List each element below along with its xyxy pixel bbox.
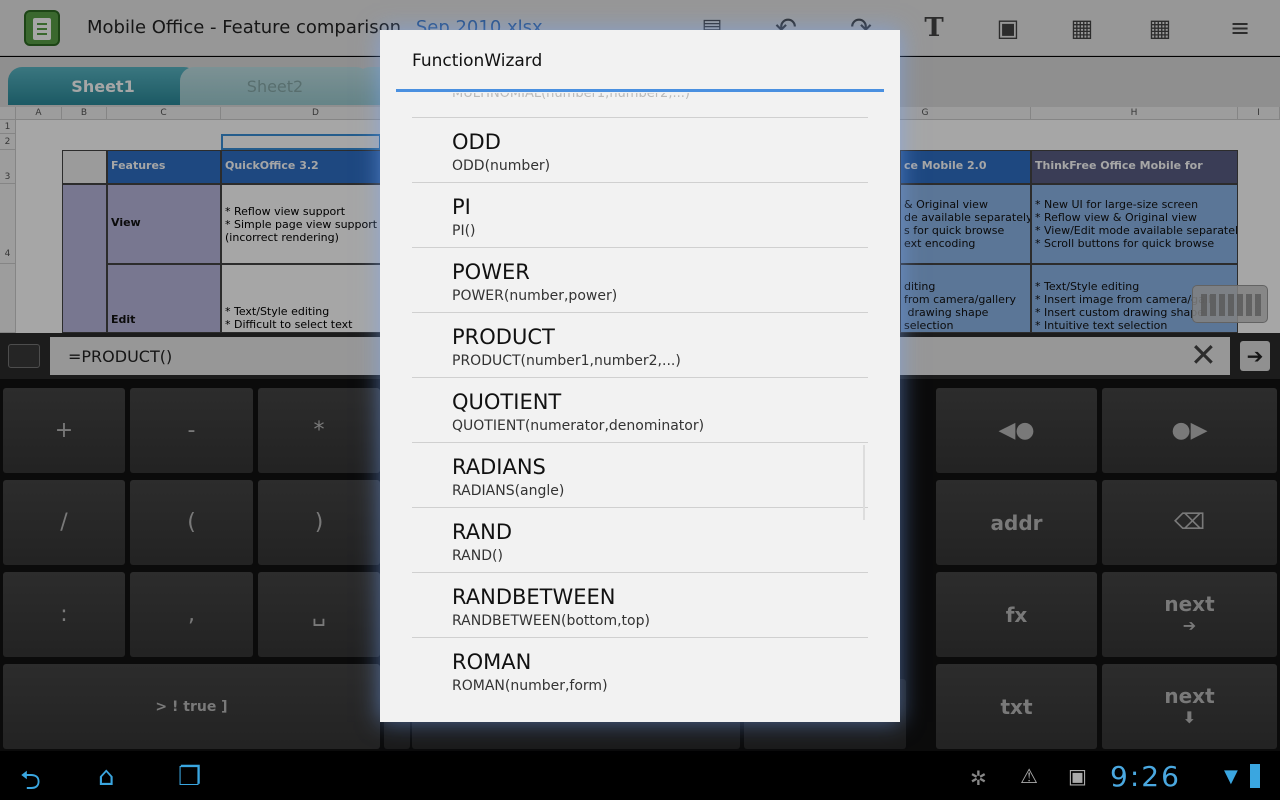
dialog-title: FunctionWizard: [412, 51, 543, 71]
function-item-quotient[interactable]: QUOTIENT QUOTIENT(numerator,denominator): [412, 378, 868, 443]
function-signature: RANDBETWEEN(bottom,top): [452, 613, 650, 629]
function-name: PRODUCT: [452, 325, 555, 349]
dialog-title-divider: [396, 89, 884, 92]
function-item-pi[interactable]: PI PI(): [412, 183, 868, 248]
function-wizard-dialog: FunctionWizard MULTINOMIAL(number1,numbe…: [380, 30, 900, 722]
function-name: RANDBETWEEN: [452, 585, 616, 609]
function-item-product[interactable]: PRODUCT PRODUCT(number1,number2,...): [412, 313, 868, 378]
function-signature: PRODUCT(number1,number2,...): [452, 353, 681, 369]
function-signature: RAND(): [452, 548, 503, 564]
usb-debug-icon: ✲: [970, 766, 987, 790]
back-icon[interactable]: ⮌: [20, 762, 41, 800]
clock: 9:26: [1110, 760, 1181, 793]
function-name: POWER: [452, 260, 530, 284]
wifi-icon: ▼: [1224, 766, 1238, 787]
function-item-power[interactable]: POWER POWER(number,power): [412, 248, 868, 313]
function-item-odd[interactable]: ODD ODD(number): [412, 118, 868, 183]
function-signature: RADIANS(angle): [452, 483, 565, 499]
battery-icon: [1250, 764, 1260, 788]
shopping-bag-icon: ▣: [1068, 764, 1087, 788]
function-item-randbetween[interactable]: RANDBETWEEN RANDBETWEEN(bottom,top): [412, 573, 868, 638]
recent-apps-icon[interactable]: ❐: [178, 762, 201, 792]
screen: Mobile Office - Feature comparison _Sep …: [0, 0, 1280, 800]
function-item-partial[interactable]: MULTINOMIAL(number1,number2,...): [452, 93, 690, 101]
function-name: RAND: [452, 520, 512, 544]
home-icon[interactable]: ⌂: [98, 762, 115, 792]
function-item-rand[interactable]: RAND RAND(): [412, 508, 868, 573]
function-name: ROMAN: [452, 650, 532, 674]
function-signature: QUOTIENT(numerator,denominator): [452, 418, 705, 434]
list-scroll-indicator[interactable]: [863, 445, 865, 520]
function-list[interactable]: MULTINOMIAL(number1,number2,...) ODD ODD…: [412, 93, 868, 722]
function-item-roman[interactable]: ROMAN ROMAN(number,form): [412, 638, 868, 703]
function-name: QUOTIENT: [452, 390, 562, 414]
system-bar: ⮌ ⌂ ❐ ✲ ⚠ ▣ 9:26 ▼: [0, 752, 1280, 800]
warning-icon: ⚠: [1020, 764, 1038, 788]
function-name: ODD: [452, 130, 501, 154]
function-signature: ODD(number): [452, 158, 551, 174]
function-signature: PI(): [452, 223, 476, 239]
function-signature: ROMAN(number,form): [452, 678, 608, 694]
function-name: RADIANS: [452, 455, 546, 479]
function-signature: POWER(number,power): [452, 288, 618, 304]
function-item-radians[interactable]: RADIANS RADIANS(angle): [412, 443, 868, 508]
function-name: PI: [452, 195, 471, 219]
